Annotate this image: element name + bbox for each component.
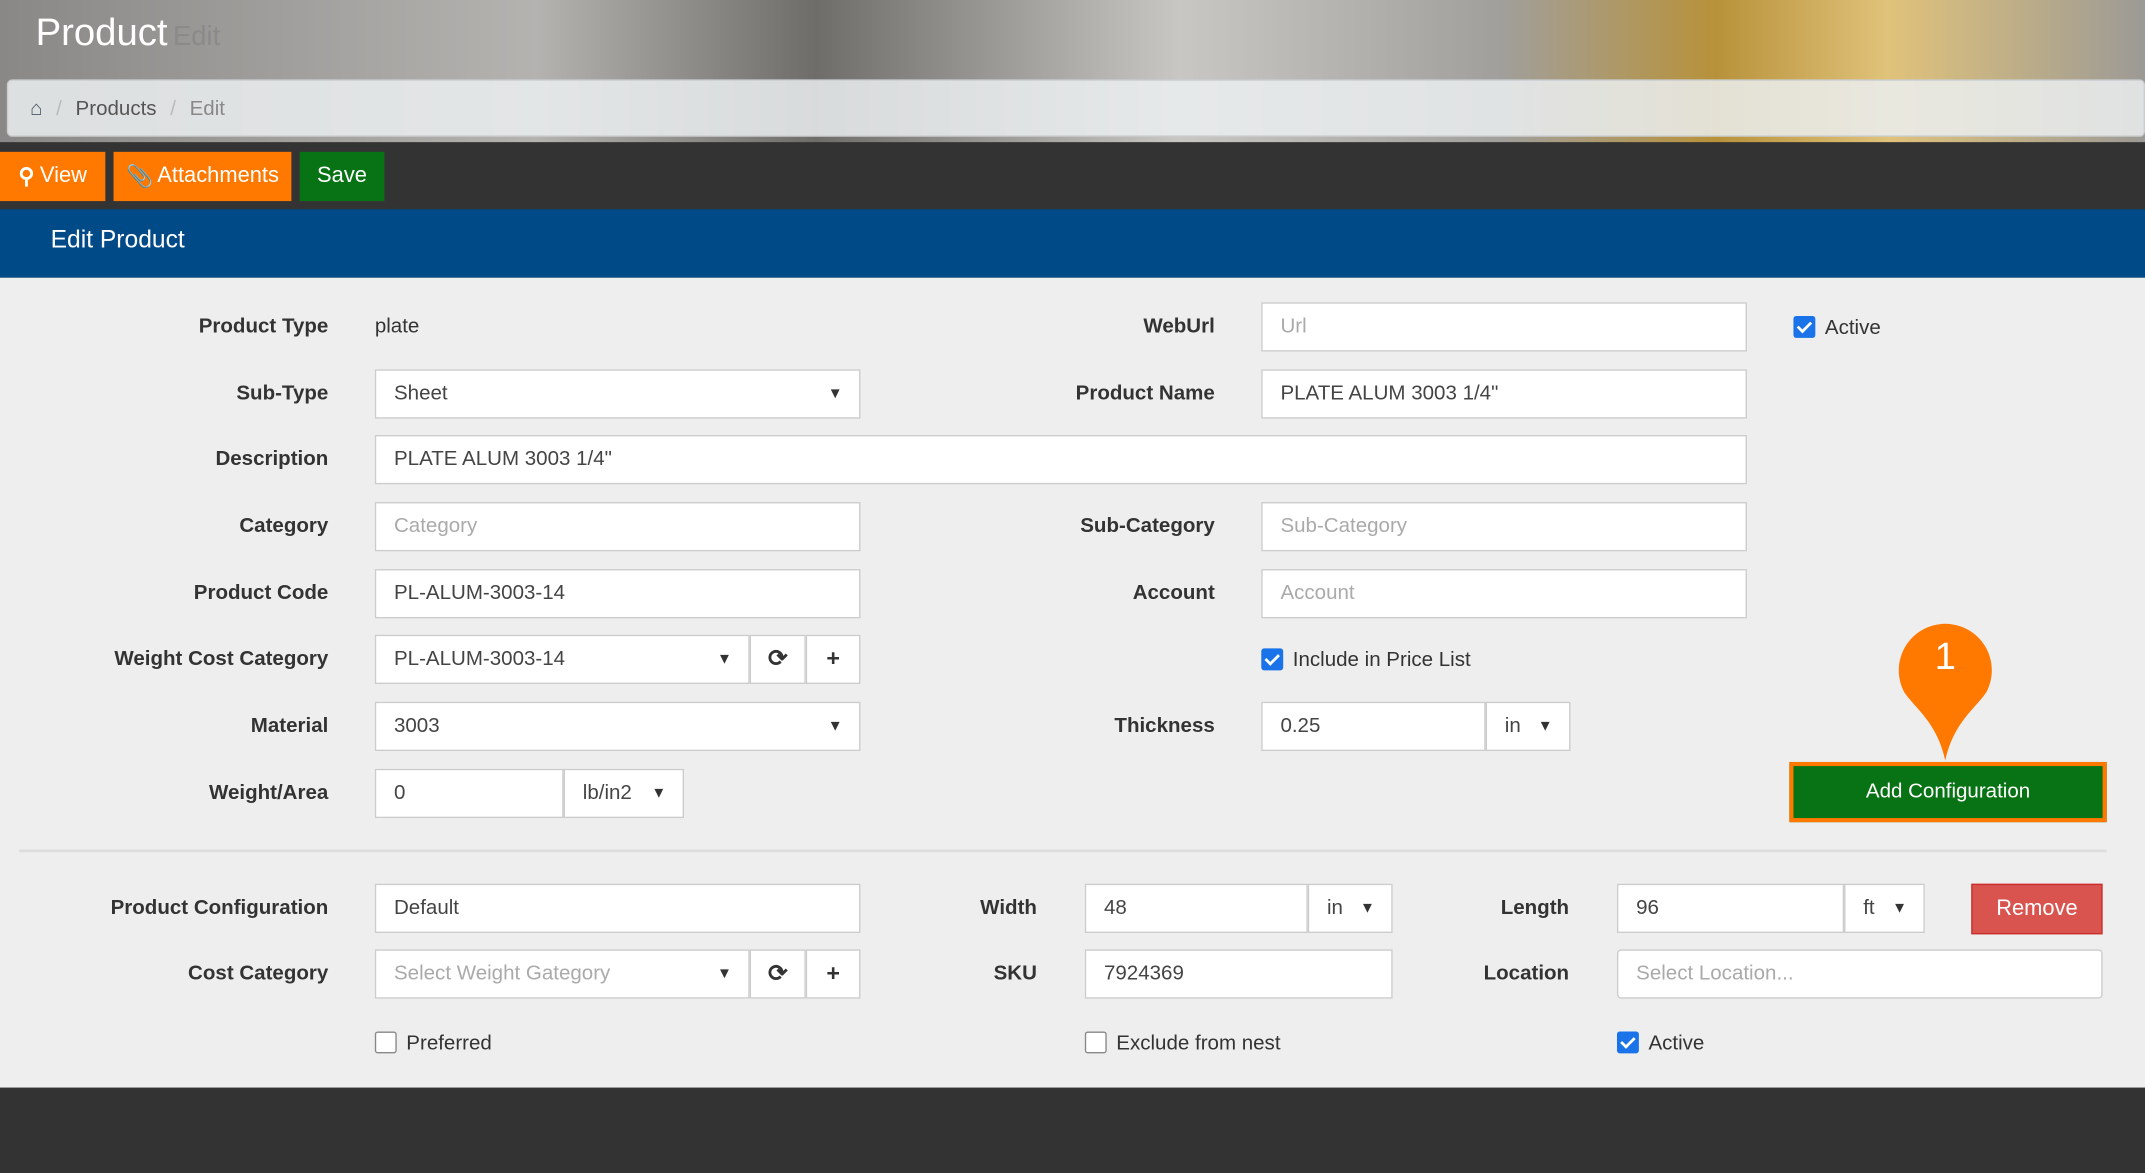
product-configuration-label: Product Configuration xyxy=(110,896,329,920)
checkbox-icon xyxy=(1261,648,1284,671)
cost-category-select[interactable]: Select Weight Gategory ▼ xyxy=(374,949,750,999)
attachments-label: Attachments xyxy=(157,164,279,188)
callout-number: 1 xyxy=(1934,634,1956,678)
toolbar: ⚲ View 📎 Attachments Save xyxy=(0,142,2145,210)
account-label: Account xyxy=(1132,581,1215,605)
width-label: Width xyxy=(980,896,1037,920)
cost-category-placeholder: Select Weight Gategory xyxy=(393,961,611,985)
weight-area-unit-select[interactable]: lb/in2 ▼ xyxy=(563,768,684,819)
config-active-checkbox[interactable]: Active xyxy=(1616,1018,1705,1067)
exclude-nest-label: Exclude from nest xyxy=(1116,1030,1281,1055)
length-unit-select[interactable]: ft ▼ xyxy=(1844,883,1925,933)
active-label: Active xyxy=(1824,315,1881,339)
product-type-value: plate xyxy=(374,314,420,338)
weight-area-unit: lb/in2 xyxy=(582,781,632,805)
length-label: Length xyxy=(1500,896,1570,920)
weight-area-input[interactable]: 0 xyxy=(374,768,564,819)
save-button[interactable]: Save xyxy=(299,151,385,202)
weight-cost-category-select[interactable]: PL-ALUM-3003-14 ▼ xyxy=(374,634,750,684)
weburl-input[interactable]: Url xyxy=(1261,302,1747,352)
length-unit: ft xyxy=(1863,896,1875,920)
sku-label: SKU xyxy=(993,961,1037,985)
weight-cost-category-value: PL-ALUM-3003-14 xyxy=(393,647,566,671)
title-subtitle: Edit xyxy=(173,21,221,52)
weight-area-label: Weight/Area xyxy=(208,781,329,805)
add-button[interactable]: + xyxy=(805,634,861,684)
caret-down-icon: ▼ xyxy=(716,651,732,668)
thickness-label: Thickness xyxy=(1114,714,1215,738)
remove-button[interactable]: Remove xyxy=(1971,883,2103,935)
sub-category-label: Sub-Category xyxy=(1080,514,1215,538)
attachments-button[interactable]: 📎 Attachments xyxy=(113,151,292,202)
preferred-label: Preferred xyxy=(406,1030,492,1055)
checkbox-icon xyxy=(374,1031,397,1054)
paperclip-icon: 📎 xyxy=(125,165,154,189)
refresh-icon: ⟳ xyxy=(767,645,788,672)
location-label: Location xyxy=(1483,961,1570,985)
caret-down-icon: ▼ xyxy=(1537,718,1553,735)
material-value: 3003 xyxy=(393,714,440,738)
active-checkbox[interactable]: Active xyxy=(1793,302,1881,351)
description-input[interactable]: PLATE ALUM 3003 1/4" xyxy=(374,435,1747,485)
thickness-unit: in xyxy=(1504,714,1521,738)
category-label: Category xyxy=(239,514,329,538)
product-type-label: Product Type xyxy=(198,314,329,338)
search-icon: ⚲ xyxy=(18,165,35,189)
add-configuration-button[interactable]: Add Configuration xyxy=(1789,761,2107,823)
material-label: Material xyxy=(250,714,329,738)
product-name-input[interactable]: PLATE ALUM 3003 1/4" xyxy=(1261,369,1747,419)
product-name-label: Product Name xyxy=(1075,381,1215,405)
length-input[interactable]: 96 xyxy=(1616,883,1845,933)
sub-type-select[interactable]: Sheet ▼ xyxy=(374,369,861,419)
refresh-button[interactable]: ⟳ xyxy=(749,634,806,684)
config-active-label: Active xyxy=(1648,1030,1705,1055)
location-select[interactable]: Select Location... xyxy=(1616,949,2103,999)
category-input[interactable]: Category xyxy=(374,502,861,552)
breadcrumb-products[interactable]: Products xyxy=(76,96,157,119)
home-icon[interactable]: ⌂ xyxy=(30,96,42,119)
title-text: Product xyxy=(35,10,168,54)
exclude-nest-checkbox[interactable]: Exclude from nest xyxy=(1084,1018,1281,1067)
cost-category-label: Cost Category xyxy=(188,961,329,985)
product-code-label: Product Code xyxy=(193,581,329,605)
breadcrumb-edit: Edit xyxy=(189,96,225,120)
plus-icon: + xyxy=(826,645,840,672)
page-title: Product Edit xyxy=(36,11,221,55)
thickness-input[interactable]: 0.25 xyxy=(1261,701,1486,752)
checkbox-icon xyxy=(1793,316,1816,338)
caret-down-icon: ▼ xyxy=(1892,900,1907,917)
caret-down-icon: ▼ xyxy=(827,718,843,735)
weight-cost-category-label: Weight Cost Category xyxy=(114,647,329,671)
view-label: View xyxy=(39,164,87,188)
view-button[interactable]: ⚲ View xyxy=(0,151,106,202)
product-code-input[interactable]: PL-ALUM-3003-14 xyxy=(374,569,861,619)
include-price-list-label: Include in Price List xyxy=(1292,647,1471,672)
checkbox-icon xyxy=(1084,1031,1107,1054)
checkbox-icon xyxy=(1616,1031,1639,1054)
caret-down-icon: ▼ xyxy=(827,385,843,403)
weburl-label: WebUrl xyxy=(1143,314,1215,338)
breadcrumb: ⌂ / Products / Edit xyxy=(6,79,2145,137)
material-select[interactable]: 3003 ▼ xyxy=(374,701,861,752)
sub-type-value: Sheet xyxy=(393,381,448,405)
sub-category-input[interactable]: Sub-Category xyxy=(1261,502,1747,552)
thickness-unit-select[interactable]: in ▼ xyxy=(1485,701,1571,752)
description-label: Description xyxy=(215,447,329,471)
divider xyxy=(19,849,2107,853)
preferred-checkbox[interactable]: Preferred xyxy=(374,1018,492,1067)
include-price-list-checkbox[interactable]: Include in Price List xyxy=(1261,635,1471,684)
caret-down-icon: ▼ xyxy=(651,785,667,802)
account-input[interactable]: Account xyxy=(1261,569,1747,619)
sub-type-label: Sub-Type xyxy=(236,381,329,405)
panel-heading: Edit Product xyxy=(0,209,2145,278)
